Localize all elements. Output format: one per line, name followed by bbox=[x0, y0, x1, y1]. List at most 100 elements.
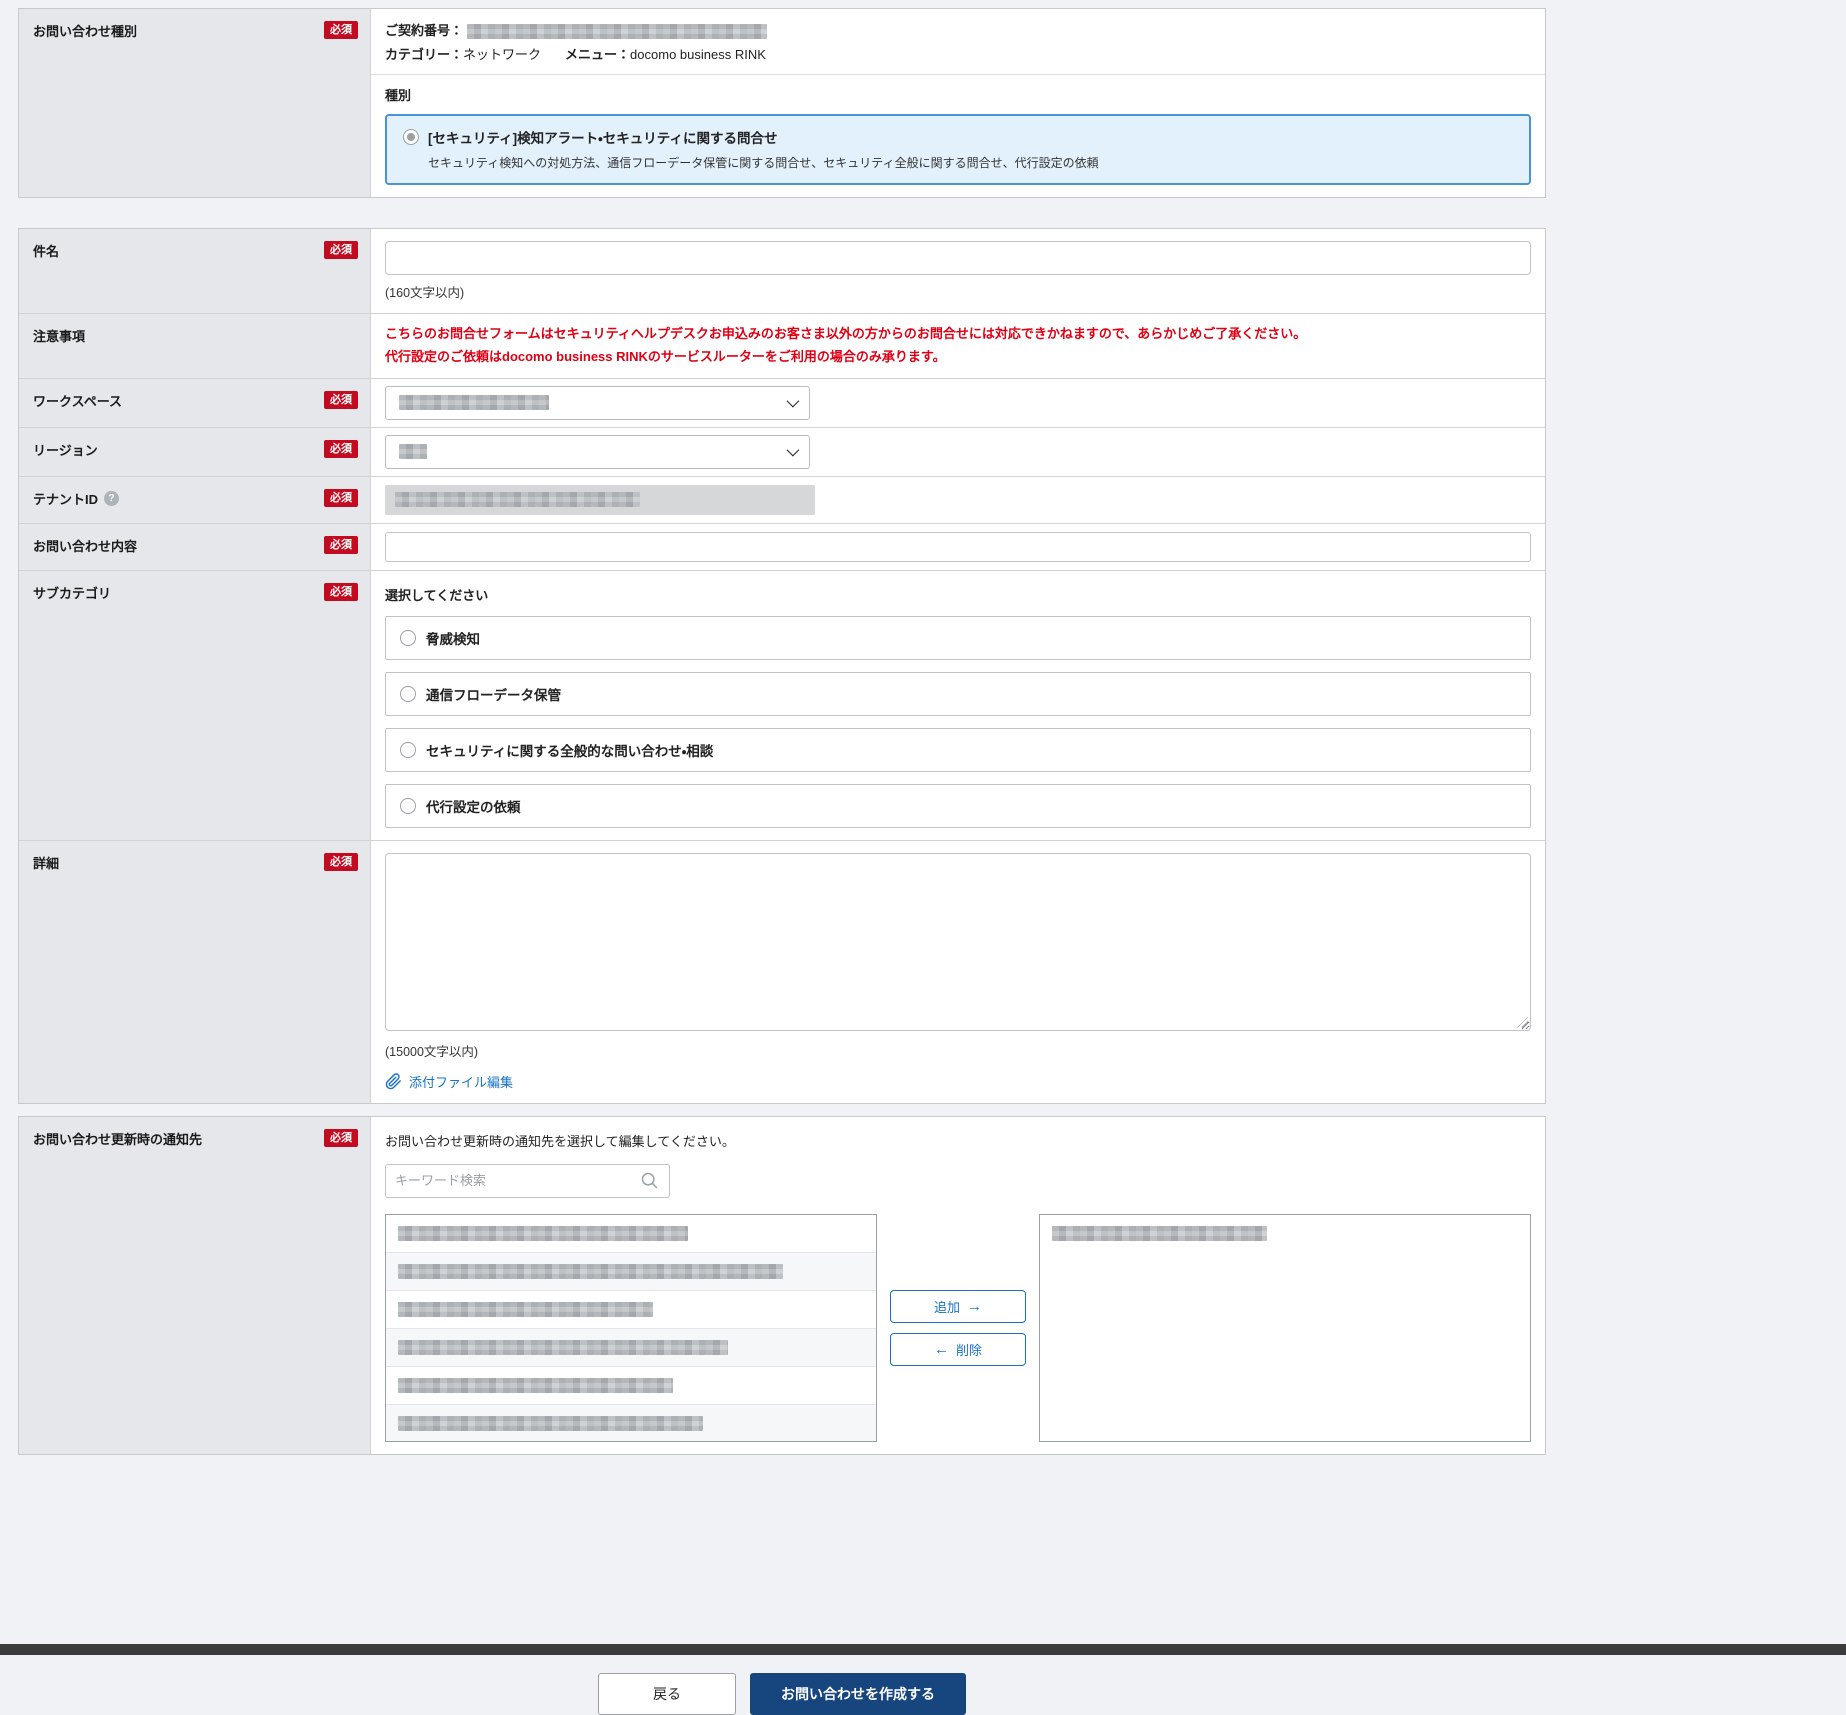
list-item-redacted bbox=[398, 1264, 783, 1279]
list-item[interactable] bbox=[386, 1367, 876, 1405]
type-heading: 種別 bbox=[385, 85, 1531, 104]
remove-button-label: 削除 bbox=[956, 1340, 982, 1359]
keyword-search-input[interactable] bbox=[395, 1173, 639, 1188]
tenant-id-readonly-field bbox=[385, 485, 815, 515]
inquiry-type-label-cell: お問い合わせ種別 必須 bbox=[19, 9, 371, 197]
selected-type-title-row: [セキュリティ]検知アラート・セキュリティに関する問合せ bbox=[403, 127, 1513, 147]
category-menu-line: カテゴリー：ネットワークメニュー：docomo business RINK bbox=[385, 45, 1531, 65]
inquiry-content-input[interactable] bbox=[385, 532, 1531, 562]
contract-number-label: ご契約番号： bbox=[385, 23, 463, 38]
list-item[interactable] bbox=[386, 1291, 876, 1329]
keyword-search-box bbox=[385, 1164, 670, 1198]
arrow-right-icon: → bbox=[967, 1299, 982, 1314]
tenant-id-label: テナントID bbox=[33, 489, 98, 508]
workspace-value-redacted bbox=[399, 395, 549, 410]
notes-warning-line-2: 代行設定のご依頼はdocomo business RINKのサービスルーターをご… bbox=[385, 346, 1531, 369]
attachment-edit-link[interactable]: 添付ファイル編集 bbox=[409, 1072, 513, 1091]
page-bottom-edge bbox=[0, 1644, 1846, 1655]
workspace-select[interactable] bbox=[385, 386, 810, 420]
transfer-buttons: 追加 → ← 削除 bbox=[877, 1214, 1039, 1442]
inquiry-type-content: ご契約番号： カテゴリー：ネットワークメニュー：docomo business … bbox=[371, 9, 1545, 197]
add-button[interactable]: 追加 → bbox=[890, 1290, 1026, 1323]
subcategory-option-threat-detection[interactable]: 脅威検知 bbox=[385, 616, 1531, 660]
subcategory-option-flow-data[interactable]: 通信フローデータ保管 bbox=[385, 672, 1531, 716]
radio-icon[interactable] bbox=[400, 798, 416, 814]
selected-type-box[interactable]: [セキュリティ]検知アラート・セキュリティに関する問合せ セキュリティ検知への対… bbox=[385, 114, 1531, 185]
divider bbox=[371, 74, 1545, 75]
subcategory-label-cell: サブカテゴリ 必須 bbox=[19, 571, 371, 840]
row-notification: お問い合わせ更新時の通知先 必須 お問い合わせ更新時の通知先を選択して編集してく… bbox=[19, 1117, 1545, 1454]
required-badge: 必須 bbox=[324, 1129, 358, 1147]
notification-label: お問い合わせ更新時の通知先 bbox=[33, 1129, 202, 1148]
row-subject: 件名 必須 (160文字以内) bbox=[19, 229, 1545, 313]
detail-label-cell: 詳細 必須 bbox=[19, 841, 371, 1103]
radio-icon[interactable] bbox=[400, 686, 416, 702]
required-badge: 必須 bbox=[324, 241, 358, 259]
workspace-label-cell: ワークスペース 必須 bbox=[19, 379, 371, 427]
required-badge: 必須 bbox=[324, 440, 358, 458]
region-label-cell: リージョン 必須 bbox=[19, 428, 371, 476]
row-region: リージョン 必須 bbox=[19, 427, 1545, 476]
remove-button[interactable]: ← 削除 bbox=[890, 1333, 1026, 1366]
subject-label: 件名 bbox=[33, 241, 59, 260]
detail-hint: (15000文字以内) bbox=[385, 1041, 1531, 1060]
list-item[interactable] bbox=[386, 1329, 876, 1367]
notes-label-cell: 注意事項 bbox=[19, 314, 371, 378]
subcategory-option-proxy-setting[interactable]: 代行設定の依頼 bbox=[385, 784, 1531, 828]
subcategory-option-label: 代行設定の依頼 bbox=[426, 796, 521, 816]
notification-source-list[interactable] bbox=[385, 1214, 877, 1442]
chevron-down-icon bbox=[787, 444, 800, 457]
create-inquiry-button[interactable]: お問い合わせを作成する bbox=[750, 1673, 966, 1715]
list-item-redacted bbox=[398, 1302, 653, 1317]
region-label: リージョン bbox=[33, 440, 98, 459]
subject-hint: (160文字以内) bbox=[385, 282, 1531, 301]
detail-textarea[interactable] bbox=[385, 853, 1531, 1031]
list-item[interactable] bbox=[386, 1215, 876, 1253]
list-item[interactable] bbox=[386, 1405, 876, 1442]
notes-label: 注意事項 bbox=[33, 326, 85, 345]
row-inquiry-content: お問い合わせ内容 必須 bbox=[19, 523, 1545, 570]
subcategory-label: サブカテゴリ bbox=[33, 583, 111, 602]
region-select[interactable] bbox=[385, 435, 810, 469]
radio-icon[interactable] bbox=[400, 630, 416, 646]
row-workspace: ワークスペース 必須 bbox=[19, 378, 1545, 427]
radio-icon[interactable] bbox=[400, 742, 416, 758]
inquiry-content-label-cell: お問い合わせ内容 必須 bbox=[19, 524, 371, 570]
inquiry-content-label: お問い合わせ内容 bbox=[33, 536, 137, 555]
back-button[interactable]: 戻る bbox=[598, 1673, 736, 1715]
menu-value: docomo business RINK bbox=[630, 47, 766, 62]
type-radio-selected[interactable] bbox=[403, 129, 419, 145]
contract-number-redacted bbox=[467, 24, 767, 39]
required-badge: 必須 bbox=[324, 853, 358, 871]
notification-selected-list[interactable] bbox=[1039, 1214, 1531, 1442]
required-badge: 必須 bbox=[324, 391, 358, 409]
subcategory-option-general[interactable]: セキュリティに関する全般的な問い合わせ・相談 bbox=[385, 728, 1531, 772]
chevron-down-icon bbox=[787, 395, 800, 408]
required-badge: 必須 bbox=[324, 489, 358, 507]
subject-input[interactable] bbox=[385, 241, 1531, 275]
section-inquiry-type: お問い合わせ種別 必須 ご契約番号： カテゴリー：ネットワークメニュー：doco… bbox=[18, 8, 1546, 198]
tenant-id-value-redacted bbox=[395, 492, 640, 507]
add-button-label: 追加 bbox=[934, 1297, 960, 1316]
search-icon[interactable] bbox=[639, 1170, 660, 1191]
list-item-redacted bbox=[398, 1340, 728, 1355]
menu-label: メニュー： bbox=[565, 47, 630, 62]
inquiry-type-label: お問い合わせ種別 bbox=[33, 21, 137, 40]
subcategory-option-label: 脅威検知 bbox=[426, 628, 480, 648]
category-label: カテゴリー： bbox=[385, 47, 463, 62]
section-form-fields: 件名 必須 (160文字以内) 注意事項 こちらのお問合せフォームはセキュリティ… bbox=[18, 228, 1546, 1104]
row-detail: 詳細 必須 (15000文字以内) 添付ファイル編集 bbox=[19, 840, 1545, 1103]
row-tenant-id: テナントID ? 必須 bbox=[19, 476, 1545, 523]
required-badge: 必須 bbox=[324, 536, 358, 554]
help-icon[interactable]: ? bbox=[104, 491, 119, 506]
list-item[interactable] bbox=[1040, 1215, 1530, 1253]
section-notification: お問い合わせ更新時の通知先 必須 お問い合わせ更新時の通知先を選択して編集してく… bbox=[18, 1116, 1546, 1455]
list-item[interactable] bbox=[386, 1253, 876, 1291]
notification-instruction: お問い合わせ更新時の通知先を選択して編集してください。 bbox=[385, 1129, 1531, 1150]
selected-type-title: [セキュリティ]検知アラート・セキュリティに関する問合せ bbox=[428, 127, 777, 147]
workspace-label: ワークスペース bbox=[33, 391, 122, 410]
notification-dual-list: 追加 → ← 削除 bbox=[385, 1214, 1531, 1442]
required-badge: 必須 bbox=[324, 21, 358, 39]
notes-warning-line-1: こちらのお問合せフォームはセキュリティヘルプデスクお申込みのお客さま以外の方から… bbox=[385, 323, 1531, 346]
list-item-redacted bbox=[1052, 1226, 1267, 1241]
